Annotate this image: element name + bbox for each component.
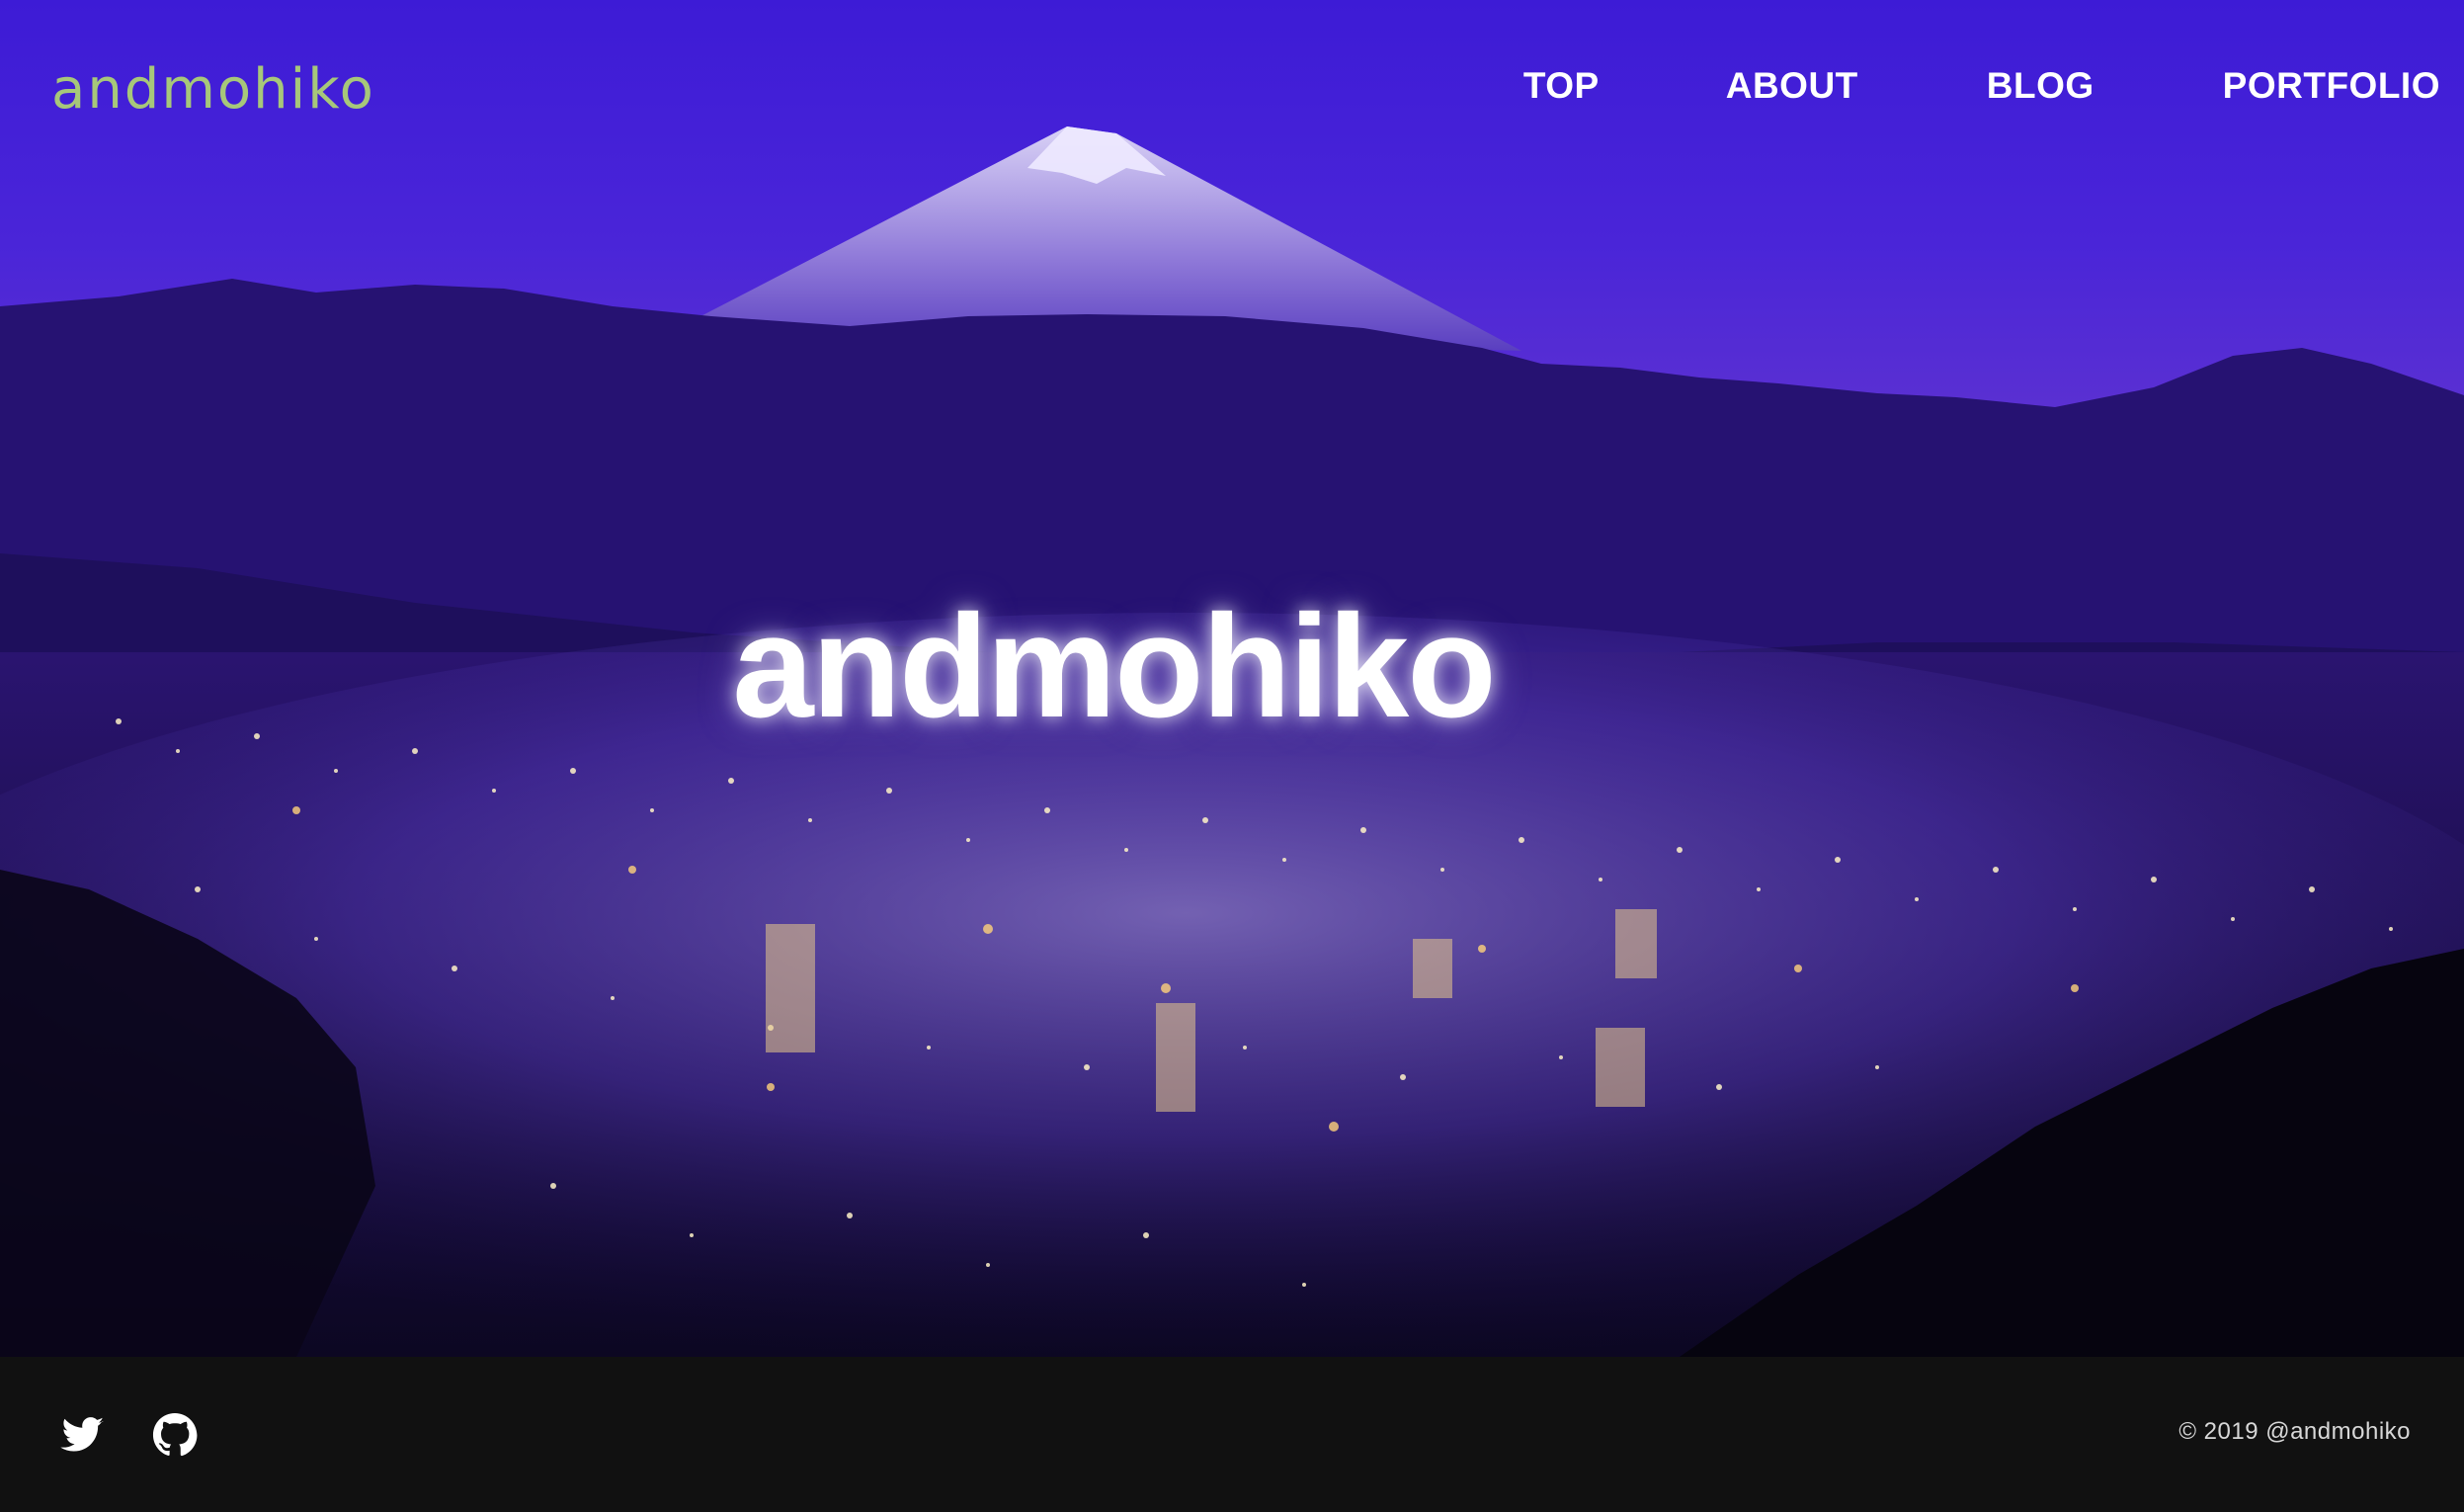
nav-link-blog[interactable]: BLOG (1987, 65, 2094, 107)
nav-link-portfolio[interactable]: PORTFOLIO (2223, 65, 2440, 107)
nav-link-about[interactable]: ABOUT (1726, 65, 1858, 107)
twitter-link[interactable] (59, 1412, 105, 1458)
twitter-icon (60, 1417, 104, 1452)
copyright-text: © 2019 @andmohiko (2178, 1418, 2411, 1445)
page: andmohiko andmohiko TOP ABOUT BLOG PORTF… (0, 0, 2464, 1512)
hero-title: andmohiko (732, 585, 1496, 748)
site-footer: © 2019 @andmohiko (0, 1357, 2464, 1512)
main-nav: TOP ABOUT BLOG PORTFOLIO (1523, 65, 2440, 107)
github-link[interactable] (152, 1412, 198, 1458)
site-logo[interactable]: andmohiko (51, 57, 375, 122)
hero-section: andmohiko andmohiko TOP ABOUT BLOG PORTF… (0, 0, 2464, 1357)
nav-link-top[interactable]: TOP (1523, 65, 1600, 107)
social-links (59, 1412, 198, 1458)
github-icon (152, 1412, 198, 1457)
